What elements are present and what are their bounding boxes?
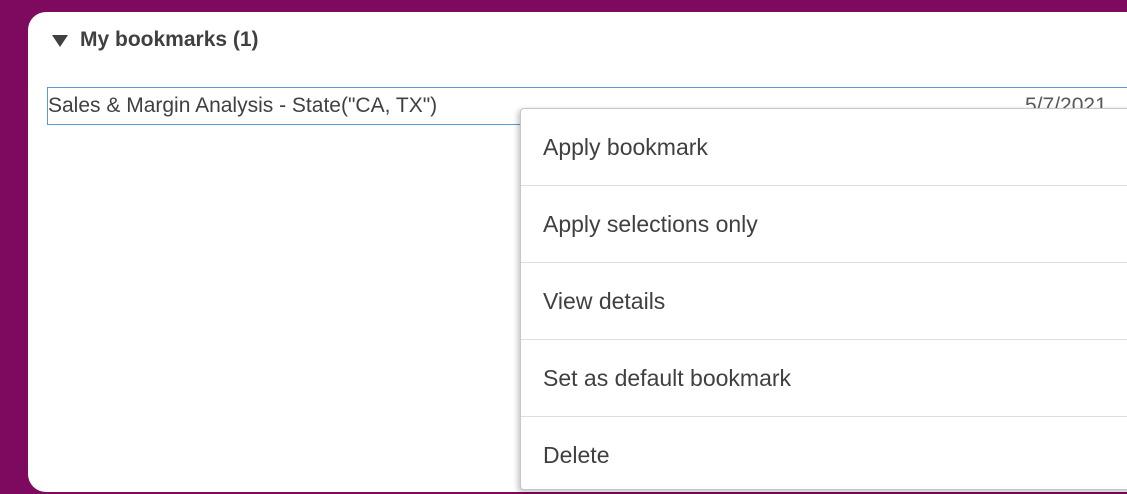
apply-bookmark-menu-item[interactable]: Apply bookmark [521, 109, 1127, 186]
bookmark-context-menu: Apply bookmark Apply selections only Vie… [520, 108, 1127, 490]
bookmark-name: Sales & Margin Analysis - State("CA, TX"… [48, 94, 438, 117]
section-title: My bookmarks (1) [80, 28, 259, 51]
delete-menu-item[interactable]: Delete [521, 417, 1127, 494]
caret-down-icon[interactable] [52, 35, 68, 47]
set-default-bookmark-menu-item[interactable]: Set as default bookmark [521, 340, 1127, 417]
apply-selections-only-menu-item[interactable]: Apply selections only [521, 186, 1127, 263]
my-bookmarks-section-header[interactable]: My bookmarks (1) [52, 24, 259, 56]
view-details-menu-item[interactable]: View details [521, 263, 1127, 340]
